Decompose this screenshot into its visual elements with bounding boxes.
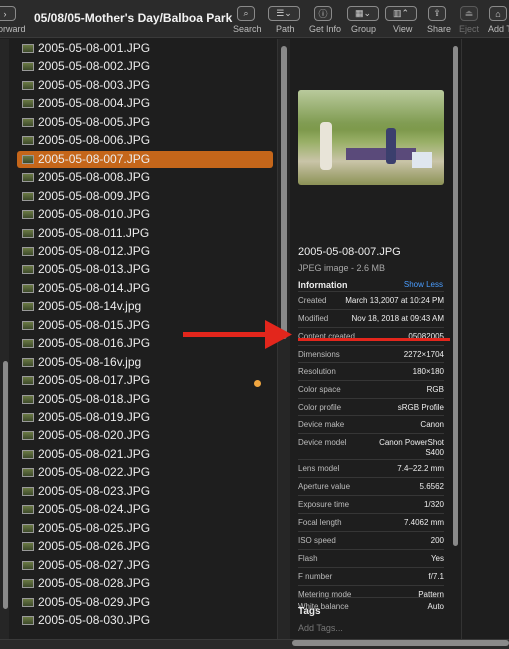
annotation-arrow — [183, 320, 292, 349]
